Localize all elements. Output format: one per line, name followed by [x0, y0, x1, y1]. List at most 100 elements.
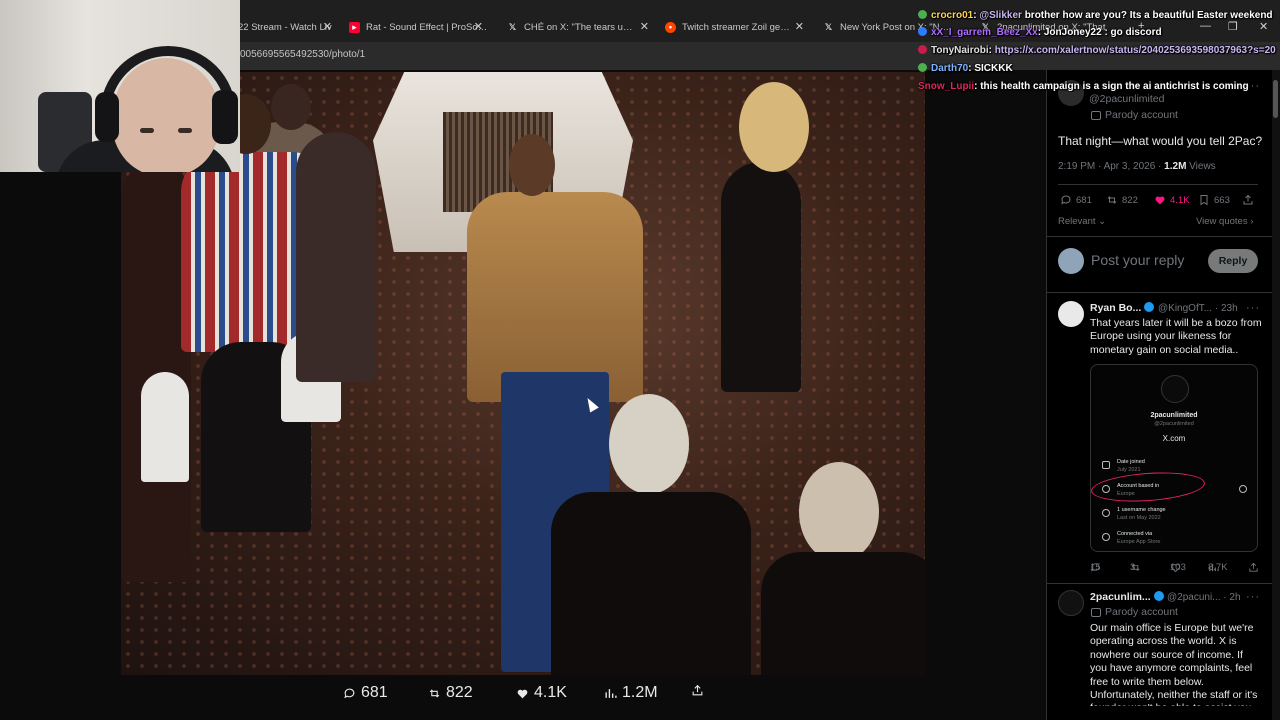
card-avatar: [1161, 375, 1189, 403]
view-quotes-link[interactable]: View quotes ›: [1196, 216, 1253, 227]
card-site: X.com: [1162, 434, 1186, 443]
repost-count: 3: [1130, 562, 1136, 573]
url-text[interactable]: 005669556549253​0/photo/1: [240, 49, 365, 60]
browser-tab[interactable]: 22 Stream - Watch Liv ✕: [238, 14, 338, 40]
like-count: 4.1K: [1170, 194, 1190, 206]
card-subtitle: @2pacunlimited: [1154, 421, 1194, 427]
like-stat[interactable]: 103: [1170, 562, 1186, 573]
reply-author-name[interactable]: 2pacunlim...: [1090, 591, 1164, 603]
views-action[interactable]: 1.2M: [604, 684, 658, 702]
reply-author-handle[interactable]: @2pacuni... · 2h: [1167, 592, 1241, 603]
browser-tab[interactable]: • Twitch streamer Zoil gets PRES ✕: [665, 14, 810, 40]
chat-badge-icon: [918, 10, 927, 19]
share-stat[interactable]: [1242, 194, 1254, 206]
parody-badge: Parody account: [1091, 606, 1178, 618]
reply-stats: 15 3 103 8.7K: [1090, 562, 1260, 576]
share-icon: [1243, 194, 1253, 205]
views-stat[interactable]: 8.7K: [1208, 562, 1228, 573]
verified-badge-icon: [1144, 302, 1155, 312]
reddit-icon: •: [665, 21, 676, 33]
card-row: 1 username change Last on May 2022: [1117, 507, 1166, 521]
webcam-overlay: [0, 0, 240, 172]
chat-message: TonyNairobi: https://x.com/xalertnow/sta…: [918, 45, 1280, 56]
reply-text: Our main office is Europe but we're oper…: [1090, 622, 1258, 706]
heart-icon: [1155, 196, 1165, 205]
reply-input[interactable]: Post your reply: [1091, 252, 1184, 268]
share-stat[interactable]: [1248, 562, 1259, 573]
close-tab-icon[interactable]: ✕: [795, 20, 804, 33]
close-tab-icon[interactable]: ✕: [323, 20, 332, 33]
parody-icon: [1091, 110, 1101, 120]
divider: [1046, 292, 1272, 293]
person-head: [271, 84, 311, 130]
chat-username: Darth70: [931, 63, 969, 74]
more-options-icon[interactable]: ···: [1246, 302, 1260, 314]
bookmark-stat[interactable]: 663: [1198, 194, 1230, 206]
author-handle[interactable]: @2pacunlimited: [1089, 93, 1164, 105]
parody-badge: Parody account: [1091, 109, 1178, 121]
browser-tab[interactable]: ▸ Rat - Sound Effect | ProSounds ✕: [349, 14, 489, 40]
reply-count: 15: [1090, 562, 1101, 573]
reply-avatar[interactable]: [1058, 590, 1084, 616]
tweet-stats: 681 822 4.1K 663: [1058, 194, 1258, 210]
chat-text: this health campaign is a sign the ai an…: [980, 81, 1249, 92]
reply-count: 681: [1076, 194, 1092, 206]
tweet-photo[interactable]: [121, 72, 925, 675]
chat-text: SICKKK: [974, 63, 1013, 74]
parody-icon: [1091, 607, 1101, 617]
reply-image-card[interactable]: 2pacunlimited @2pacunlimited X.com Date …: [1090, 364, 1258, 552]
reply-avatar[interactable]: [1058, 301, 1084, 327]
close-tab-icon[interactable]: ✕: [640, 20, 649, 33]
chat-badge-icon: [918, 27, 927, 36]
calendar-icon: [1102, 461, 1110, 469]
foreground-head: [799, 462, 879, 562]
chevron-right-icon: ›: [1247, 216, 1254, 227]
divider: [1058, 184, 1258, 185]
reply-stat[interactable]: 15: [1090, 562, 1101, 573]
view-quotes-label: View quotes: [1196, 216, 1248, 227]
reply-stat[interactable]: 681: [1060, 194, 1092, 206]
tab-title: 22 Stream - Watch Liv: [238, 21, 332, 33]
repost-action[interactable]: 822: [428, 684, 473, 702]
tweet-timestamp: 2:19 PM · Apr 3, 2026 · 1.2M Views: [1058, 161, 1216, 172]
repost-count: 822: [1122, 194, 1138, 206]
like-count: 4.1K: [534, 684, 567, 701]
reply-author-handle[interactable]: @KingOfT... · 23h: [1158, 303, 1238, 314]
tweet-time[interactable]: 2:19 PM · Apr 3, 2026 ·: [1058, 161, 1164, 172]
sort-replies-dropdown[interactable]: Relevant ⌄: [1058, 216, 1106, 227]
chat-username: xX_I_garrem_Beez_Xx: [931, 27, 1038, 38]
repost-stat[interactable]: 3: [1130, 562, 1141, 573]
reply-action[interactable]: 681: [343, 684, 388, 702]
headset-earcup: [95, 92, 119, 142]
parody-label: Parody account: [1105, 606, 1178, 618]
reply-button[interactable]: Reply: [1208, 249, 1258, 273]
chat-link[interactable]: https://x.com/xalertnow/status/204025369…: [995, 45, 1276, 56]
chat-message: crocro01: @Slikker brother how are you? …: [918, 10, 1280, 21]
person-figure: [296, 132, 376, 382]
repost-stat[interactable]: 822: [1106, 194, 1138, 206]
globe-icon: [1102, 533, 1110, 541]
chat-message: Darth70: SICKKK: [918, 63, 1280, 74]
x-icon: 𝕏: [508, 21, 517, 32]
chat-message: xX_I_garrem_Beez_Xx: JonJoney22 : go dis…: [918, 27, 1280, 38]
share-action[interactable]: [691, 684, 704, 697]
tab-title: Rat - Sound Effect | ProSounds: [366, 21, 489, 33]
repost-icon: [429, 688, 440, 698]
scrollbar-track[interactable]: [1272, 70, 1280, 720]
x-icon: 𝕏: [824, 21, 833, 32]
browser-tab[interactable]: 𝕏 CHÉ on X: "The tears under the ✕: [507, 14, 655, 40]
close-tab-icon[interactable]: ✕: [474, 20, 483, 33]
like-action[interactable]: 4.1K: [516, 684, 567, 702]
reply-text: That years later it will be a bozo from …: [1090, 317, 1262, 356]
card-row: Date joined July 2021: [1117, 459, 1145, 473]
red-highlight-circle: [1090, 469, 1206, 505]
divider: [1046, 236, 1272, 237]
tab-title: Twitch streamer Zoil gets PRES: [682, 21, 792, 33]
user-avatar[interactable]: [1058, 248, 1084, 274]
main-person-shirt: [467, 192, 643, 402]
chat-badge-icon: [918, 63, 927, 72]
like-stat[interactable]: 4.1K: [1154, 194, 1190, 206]
more-options-icon[interactable]: ···: [1246, 591, 1260, 603]
reply-author-name[interactable]: Ryan Bo...: [1090, 302, 1155, 314]
repost-count: 822: [446, 684, 473, 701]
